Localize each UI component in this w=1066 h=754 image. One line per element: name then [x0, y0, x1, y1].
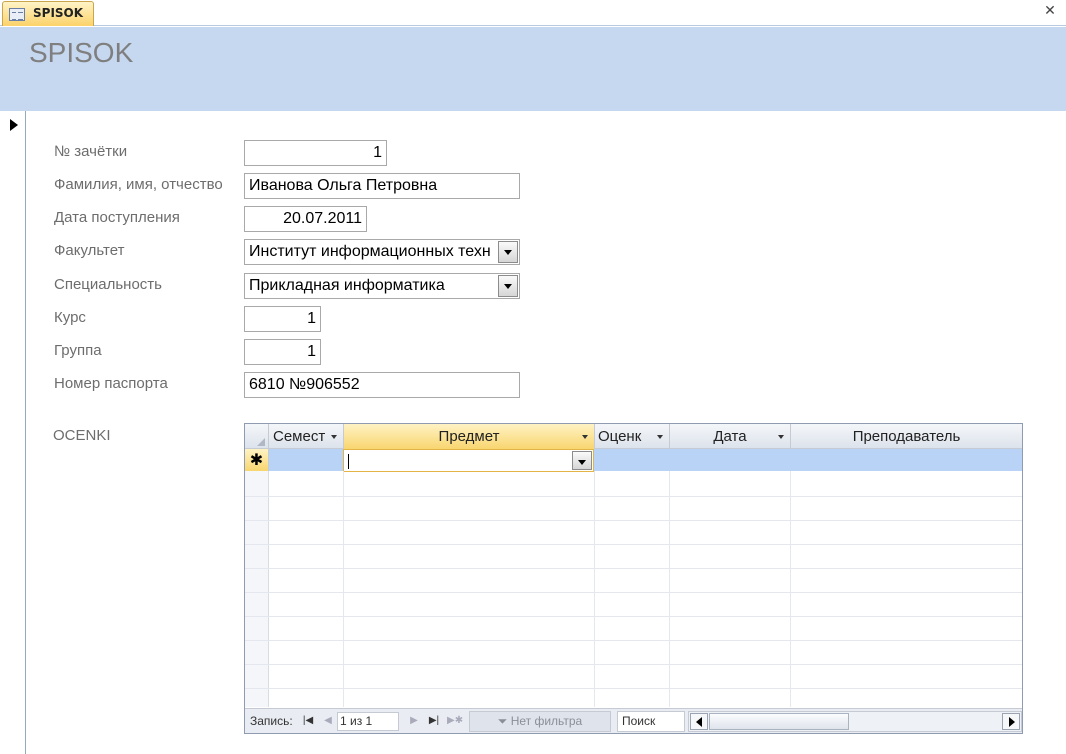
dropdown-arrow-icon — [778, 435, 784, 439]
horizontal-scrollbar[interactable] — [688, 711, 1022, 732]
column-header-date[interactable]: Дата — [670, 424, 791, 449]
field-label-passport: Номер паспорта — [54, 375, 168, 392]
form-icon — [9, 8, 25, 21]
grid-line — [790, 471, 791, 707]
grid-line — [245, 496, 1022, 497]
grid-line — [245, 664, 1022, 665]
scrollbar-thumb[interactable] — [709, 713, 849, 730]
dropdown-arrow-icon — [582, 435, 588, 439]
nav-last-icon[interactable]: ▶| — [427, 714, 441, 728]
dropdown-arrow-icon — [657, 435, 663, 439]
field-label-group: Группа — [54, 342, 102, 359]
field-label-course: Курс — [54, 309, 86, 326]
grid-line — [245, 640, 1022, 641]
full-name-field[interactable]: Иванова Ольга Петровна — [244, 173, 520, 199]
field-label-student-id: № зачётки — [54, 143, 128, 160]
grid-line — [245, 688, 1022, 689]
nav-first-icon[interactable]: |◀ — [301, 714, 315, 728]
grid-line — [594, 471, 595, 707]
tab-label: SPISOK — [33, 6, 84, 20]
passport-field[interactable]: 6810 №906552 — [244, 372, 520, 398]
course-field[interactable]: 1 — [244, 306, 321, 332]
ocenki-subform[interactable]: Семест Предмет Оценк Дата Преподаватель … — [244, 423, 1023, 734]
column-header-subject[interactable]: Предмет — [344, 424, 595, 449]
tab-spisok[interactable]: SPISOK — [2, 1, 94, 26]
grid-line — [245, 592, 1022, 593]
column-header-grade[interactable]: Оценк — [595, 424, 670, 449]
student-id-field[interactable]: 1 — [244, 140, 387, 166]
dropdown-arrow-icon[interactable] — [498, 275, 518, 297]
text-caret — [348, 454, 349, 469]
record-position-input[interactable]: 1 из 1 — [337, 712, 399, 731]
scroll-right-icon[interactable] — [1002, 713, 1020, 730]
filter-icon: ⏷ — [497, 714, 511, 728]
field-label-specialty: Специальность — [54, 276, 162, 293]
record-label: Запись: — [250, 714, 293, 728]
grid-line — [245, 544, 1022, 545]
grid-header: Семест Предмет Оценк Дата Преподаватель — [245, 424, 1022, 449]
column-header-teacher[interactable]: Преподаватель — [791, 424, 1022, 449]
nav-next-icon[interactable]: ▶ — [407, 714, 421, 728]
faculty-combo-value: Институт информационных техн — [249, 243, 491, 260]
faculty-combo[interactable]: Институт информационных техн — [244, 239, 520, 265]
form-header: SPISOK — [0, 27, 1066, 111]
search-input[interactable]: Поиск — [617, 711, 685, 732]
dropdown-arrow-icon — [331, 435, 337, 439]
nav-new-icon[interactable]: ▶✱ — [447, 714, 463, 728]
select-all-corner[interactable] — [245, 424, 269, 449]
new-record-marker[interactable]: ✱ — [245, 449, 269, 471]
grid-line — [245, 616, 1022, 617]
document-tab-bar: SPISOK ✕ — [0, 0, 1066, 26]
scroll-left-icon[interactable] — [690, 713, 708, 730]
filter-button[interactable]: ⏷ Нет фильтра — [469, 711, 611, 732]
subject-cell-combo[interactable] — [343, 449, 594, 472]
dropdown-arrow-icon[interactable] — [498, 241, 518, 263]
group-field[interactable]: 1 — [244, 339, 321, 365]
nav-prev-icon[interactable]: ◀ — [321, 714, 335, 728]
record-selector[interactable] — [0, 111, 26, 754]
record-selector-arrow-icon — [10, 119, 18, 131]
row-selector-column — [245, 471, 269, 707]
field-label-full-name: Фамилия, имя, отчество — [54, 176, 223, 193]
new-record-row[interactable]: ✱ — [245, 449, 1022, 472]
page-title: SPISOK — [29, 37, 134, 68]
column-header-semester[interactable]: Семест — [269, 424, 344, 449]
field-label-faculty: Факультет — [54, 242, 125, 259]
grid-line — [245, 520, 1022, 521]
dropdown-arrow-icon[interactable] — [572, 451, 592, 470]
specialty-combo[interactable]: Прикладная информатика — [244, 273, 520, 299]
close-icon[interactable]: ✕ — [1042, 3, 1058, 19]
record-navigation-bar: Запись: |◀ ◀ 1 из 1 ▶ ▶| ▶✱ ⏷ Нет фильтр… — [245, 708, 1022, 733]
enroll-date-field[interactable]: 20.07.2011 — [244, 206, 367, 232]
specialty-combo-value: Прикладная информатика — [249, 277, 445, 294]
subform-label-ocenki: OCENKI — [53, 427, 111, 444]
grid-line — [245, 568, 1022, 569]
grid-line — [669, 471, 670, 707]
field-label-enroll-date: Дата поступления — [54, 209, 180, 226]
grid-line — [343, 471, 344, 707]
